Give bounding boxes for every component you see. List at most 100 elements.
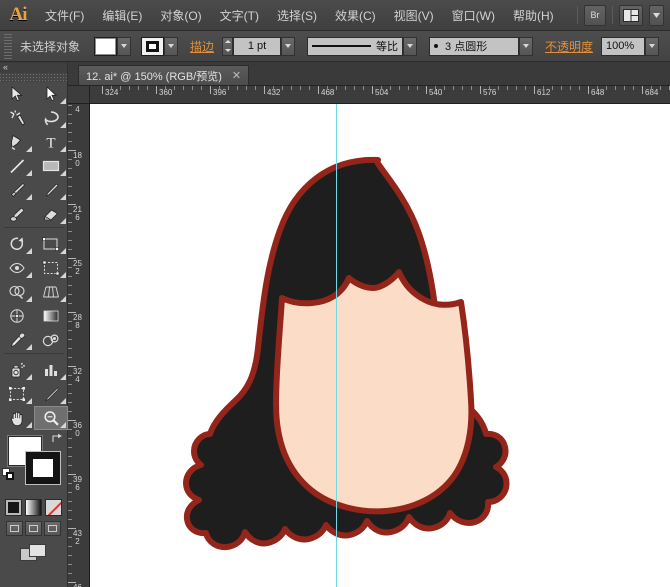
- fullscreen-mode-button[interactable]: [44, 521, 61, 536]
- tool-flyout-indicator[interactable]: [26, 422, 32, 428]
- direct-selection-tool[interactable]: [34, 82, 68, 106]
- close-icon[interactable]: ✕: [232, 69, 241, 82]
- tool-flyout-indicator[interactable]: [60, 170, 66, 176]
- stroke-color-swatch[interactable]: [26, 452, 60, 484]
- gradient-tool[interactable]: [34, 304, 68, 328]
- free-transform-tool[interactable]: [34, 256, 68, 280]
- color-mode-button[interactable]: [5, 499, 22, 516]
- collapse-panel-icon[interactable]: «: [3, 62, 8, 72]
- pen-tool[interactable]: [0, 130, 34, 154]
- tool-flyout-indicator[interactable]: [60, 98, 66, 104]
- stroke-weight-dropdown-arrow[interactable]: [281, 37, 295, 56]
- menu-file[interactable]: 文件(F): [36, 0, 93, 31]
- normal-screen-mode-button[interactable]: [6, 521, 23, 536]
- bridge-icon[interactable]: Br: [584, 5, 606, 26]
- menu-view[interactable]: 视图(V): [385, 0, 443, 31]
- blob-brush-tool[interactable]: [0, 202, 34, 226]
- face-shape[interactable]: [276, 272, 471, 511]
- opacity-dropdown-arrow[interactable]: [645, 37, 659, 56]
- menu-type[interactable]: 文字(T): [211, 0, 268, 31]
- workspace-dropdown-arrow[interactable]: [649, 5, 664, 26]
- paintbrush-tool[interactable]: [0, 178, 34, 202]
- perspective-grid-tool[interactable]: [34, 280, 68, 304]
- hand-tool[interactable]: [0, 406, 34, 430]
- zoom-tool[interactable]: [34, 406, 68, 430]
- tool-flyout-indicator[interactable]: [60, 146, 66, 152]
- column-graph-tool[interactable]: [34, 358, 68, 382]
- brush-definition-dropdown-arrow[interactable]: [519, 37, 533, 56]
- opacity-label-link[interactable]: 不透明度: [545, 38, 593, 55]
- horizontal-ruler[interactable]: 324360396432468504540576612648684: [90, 86, 670, 104]
- stroke-profile-field[interactable]: 等比: [307, 37, 403, 56]
- blend-tool[interactable]: [34, 328, 68, 352]
- document-tab[interactable]: 12. ai* @ 150% (RGB/预览) ✕: [78, 65, 249, 85]
- tool-flyout-indicator[interactable]: [26, 374, 32, 380]
- tool-flyout-indicator[interactable]: [60, 398, 66, 404]
- fill-dropdown-arrow[interactable]: [117, 37, 131, 56]
- menu-edit[interactable]: 编辑(E): [93, 0, 151, 31]
- gradient-mode-button[interactable]: [25, 499, 42, 516]
- shape-builder-tool[interactable]: [0, 280, 34, 304]
- arrange-documents-icon[interactable]: [619, 5, 643, 26]
- width-tool[interactable]: [0, 256, 34, 280]
- menu-object[interactable]: 对象(O): [151, 0, 210, 31]
- eraser-tool[interactable]: [34, 202, 68, 226]
- line-segment-tool[interactable]: [0, 154, 34, 178]
- pencil-tool[interactable]: [34, 178, 68, 202]
- mesh-tool[interactable]: [0, 304, 34, 328]
- tool-flyout-indicator[interactable]: [26, 146, 32, 152]
- artboard-tool[interactable]: [0, 382, 34, 406]
- none-mode-button[interactable]: [45, 499, 62, 516]
- tool-flyout-indicator[interactable]: [60, 422, 66, 428]
- tools-panel-header[interactable]: «: [0, 63, 67, 73]
- change-screen-mode-icon[interactable]: [20, 544, 48, 564]
- magic-wand-tool[interactable]: [0, 106, 34, 130]
- scale-tool[interactable]: [34, 232, 68, 256]
- slice-tool[interactable]: [34, 382, 68, 406]
- fill-swatch[interactable]: [94, 37, 117, 56]
- tool-flyout-indicator[interactable]: [60, 122, 66, 128]
- tool-flyout-indicator[interactable]: [26, 194, 32, 200]
- lasso-tool[interactable]: [34, 106, 68, 130]
- opacity-field[interactable]: 100%: [601, 37, 645, 56]
- tool-flyout-indicator[interactable]: [26, 296, 32, 302]
- symbol-sprayer-tool[interactable]: [0, 358, 34, 382]
- menu-effect[interactable]: 效果(C): [326, 0, 385, 31]
- tool-flyout-indicator[interactable]: [26, 170, 32, 176]
- tool-flyout-indicator[interactable]: [26, 344, 32, 350]
- rotate-tool[interactable]: [0, 232, 34, 256]
- tools-panel-grip[interactable]: [0, 73, 67, 82]
- selection-tool[interactable]: [0, 82, 34, 106]
- tool-flyout-indicator[interactable]: [60, 272, 66, 278]
- stroke-swatch[interactable]: [141, 37, 164, 56]
- menu-help[interactable]: 帮助(H): [504, 0, 563, 31]
- stroke-profile-dropdown-arrow[interactable]: [403, 37, 417, 56]
- rectangle-tool[interactable]: [34, 154, 68, 178]
- control-bar-grip[interactable]: [4, 34, 12, 59]
- stroke-dropdown-arrow[interactable]: [164, 37, 178, 56]
- menu-select[interactable]: 选择(S): [268, 0, 326, 31]
- tool-flyout-indicator[interactable]: [26, 248, 32, 254]
- type-tool[interactable]: T: [34, 130, 68, 154]
- fullscreen-menubar-mode-button[interactable]: [25, 521, 42, 536]
- stroke-weight-stepper[interactable]: [222, 37, 233, 56]
- default-fill-stroke-icon[interactable]: [2, 468, 15, 481]
- brush-definition-field[interactable]: 3 点圆形: [429, 37, 519, 56]
- artwork-cartoon-head[interactable]: [90, 104, 670, 587]
- menu-window[interactable]: 窗口(W): [443, 0, 504, 31]
- tool-flyout-indicator[interactable]: [60, 374, 66, 380]
- tool-flyout-indicator[interactable]: [26, 398, 32, 404]
- stroke-label-link[interactable]: 描边: [190, 38, 214, 55]
- tool-flyout-indicator[interactable]: [60, 248, 66, 254]
- ruler-minor-tick: [68, 276, 72, 277]
- tool-flyout-indicator[interactable]: [26, 272, 32, 278]
- tool-flyout-indicator[interactable]: [60, 194, 66, 200]
- eyedropper-tool[interactable]: [0, 328, 34, 352]
- tool-flyout-indicator[interactable]: [60, 218, 66, 224]
- tool-flyout-indicator[interactable]: [60, 296, 66, 302]
- artboard-canvas[interactable]: [90, 104, 670, 587]
- swap-fill-stroke-icon[interactable]: [51, 433, 63, 445]
- stroke-weight-field[interactable]: 1 pt: [233, 37, 281, 56]
- vertical-ruler[interactable]: 144180216252288324360396432468: [68, 104, 90, 587]
- ruler-corner[interactable]: [68, 86, 90, 104]
